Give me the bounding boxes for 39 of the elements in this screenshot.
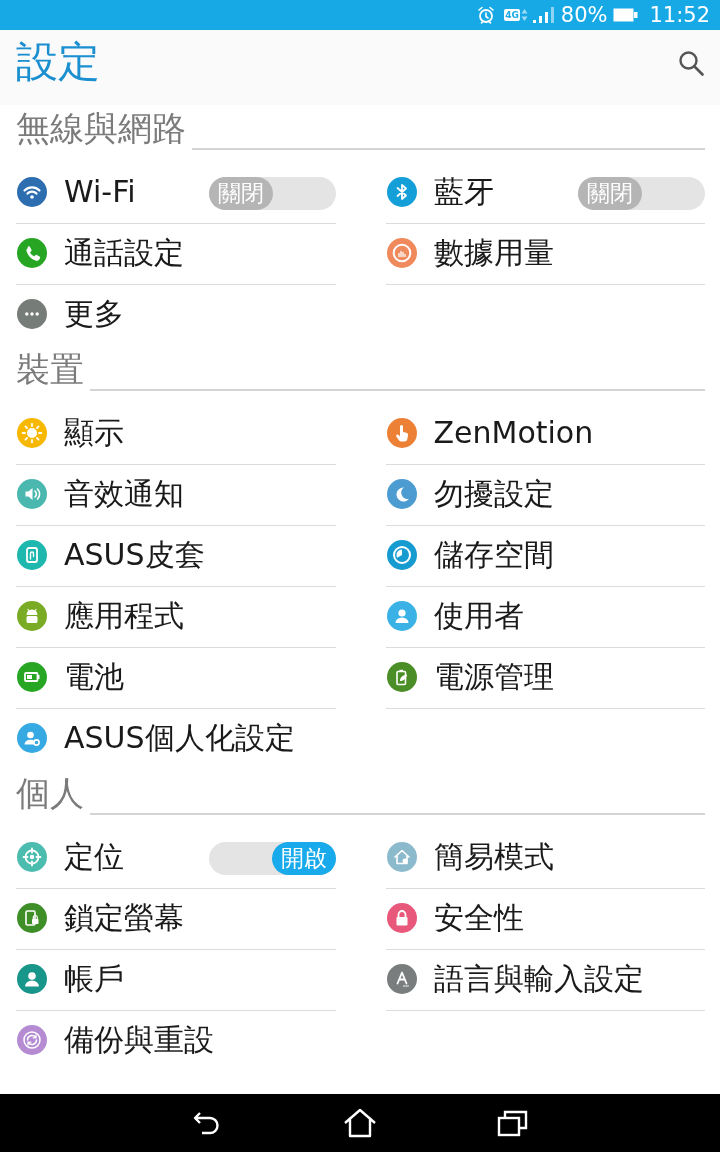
- setting-label[interactable]: 備份與重設: [64, 1021, 214, 1058]
- setting-label[interactable]: 更多: [64, 295, 124, 332]
- setting-label[interactable]: 顯示: [64, 414, 124, 451]
- setting-label[interactable]: 定位: [64, 838, 124, 875]
- setting-label[interactable]: 電池: [64, 658, 124, 695]
- setting-label[interactable]: 使用者: [433, 597, 524, 634]
- setting-label[interactable]: Wi-Fi: [64, 173, 136, 210]
- alarm-clock-icon: [476, 5, 497, 25]
- page-title: 設定: [16, 39, 100, 86]
- setting-label[interactable]: ZenMotion: [433, 414, 594, 451]
- setting-label[interactable]: 語言與輸入設定: [433, 960, 644, 997]
- signal-icon: [531, 6, 554, 24]
- network-type-badge: 4G: [504, 9, 520, 21]
- setting-label[interactable]: 勿擾設定: [433, 475, 554, 512]
- section-title: 裝置: [16, 350, 84, 388]
- section-title: 無線與網路: [16, 109, 186, 147]
- setting-label[interactable]: ASUS個人化設定: [64, 719, 295, 756]
- setting-label[interactable]: 簡易模式: [433, 838, 554, 875]
- setting-label[interactable]: ASUS皮套: [64, 536, 205, 573]
- battery-percent: 80%: [560, 2, 608, 29]
- search-icon: [678, 49, 704, 76]
- setting-label[interactable]: 數據用量: [433, 234, 554, 271]
- search-button[interactable]: [678, 49, 704, 76]
- setting-label[interactable]: 鎖定螢幕: [64, 899, 184, 936]
- recent-apps-icon: [497, 1109, 529, 1137]
- setting-label[interactable]: 應用程式: [64, 597, 184, 634]
- home-icon: [343, 1108, 377, 1138]
- setting-label[interactable]: 安全性: [433, 899, 524, 936]
- data-arrows-icon: [520, 7, 528, 23]
- setting-label[interactable]: 音效通知: [64, 475, 184, 512]
- section-title: 個人: [16, 774, 84, 812]
- battery-icon: [613, 7, 639, 23]
- setting-label[interactable]: 帳戶: [64, 960, 124, 997]
- setting-label[interactable]: 藍牙: [433, 173, 494, 210]
- clock-time: 11:52: [649, 2, 710, 29]
- setting-label[interactable]: 通話設定: [64, 234, 184, 271]
- setting-label[interactable]: 儲存空間: [433, 536, 554, 573]
- setting-label[interactable]: 電源管理: [433, 658, 554, 695]
- back-icon: [192, 1109, 222, 1137]
